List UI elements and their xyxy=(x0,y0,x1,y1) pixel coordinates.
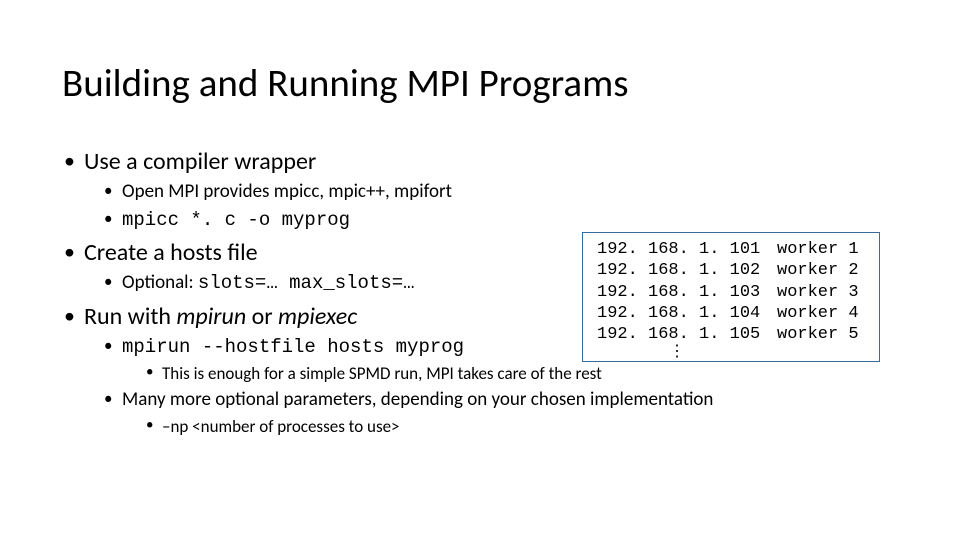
bullet-l2: Open MPI provides mpicc, mpic++, mpifort xyxy=(102,180,910,205)
hosts-row: 192. 168. 1. 101 worker 1 xyxy=(597,239,859,260)
bullet-text: Open MPI provides mpicc, mpic++, mpifort xyxy=(122,180,452,203)
bullet-l3: This is enough for a simple SPMD run, MP… xyxy=(144,363,910,385)
hosts-ip: 192. 168. 1. 101 xyxy=(597,239,777,260)
hosts-ip: 192. 168. 1. 103 xyxy=(597,282,777,303)
bullet-emph: mpirun xyxy=(176,302,246,331)
hosts-name: worker 5 xyxy=(777,324,859,345)
hosts-ip: 192. 168. 1. 105 xyxy=(597,324,777,345)
hosts-row: 192. 168. 1. 102 worker 2 xyxy=(597,260,859,281)
hosts-ip: 192. 168. 1. 104 xyxy=(597,303,777,324)
hosts-ip: 192. 168. 1. 102 xyxy=(597,260,777,281)
bullet-code: mpicc *. c -o myprog xyxy=(122,209,350,231)
slide-title: Building and Running MPI Programs xyxy=(62,60,910,107)
hosts-name: worker 3 xyxy=(777,282,859,303)
bullet-text: This is enough for a simple SPMD run, MP… xyxy=(162,363,602,384)
hosts-row: 192. 168. 1. 105 worker 5 xyxy=(597,324,859,345)
bullet-emph: mpiexec xyxy=(278,302,357,331)
hosts-name: worker 1 xyxy=(777,239,859,260)
bullet-l3: –np <number of processes to use> xyxy=(144,416,910,438)
hosts-name: worker 2 xyxy=(777,260,859,281)
hosts-file-box: 192. 168. 1. 101 worker 1 192. 168. 1. 1… xyxy=(582,232,880,362)
hosts-ellipsis: ⋮ xyxy=(667,347,687,357)
hosts-name: worker 4 xyxy=(777,303,859,324)
bullet-text: Create a hosts file xyxy=(84,238,258,267)
bullet-code: slots=… max_slots=… xyxy=(198,272,415,294)
bullet-l2: mpicc *. c -o myprog xyxy=(102,208,910,233)
bullet-l1: Use a compiler wrapper Open MPI provides… xyxy=(62,147,910,232)
bullet-code: mpirun --hostfile hosts myprog xyxy=(122,336,464,358)
bullet-text: Optional: xyxy=(122,271,198,294)
hosts-row: 192. 168. 1. 103 worker 3 xyxy=(597,282,859,303)
hosts-row: 192. 168. 1. 104 worker 4 xyxy=(597,303,859,324)
bullet-text: or xyxy=(246,302,278,331)
slide: Building and Running MPI Programs Use a … xyxy=(0,0,960,540)
bullet-text: Use a compiler wrapper xyxy=(84,147,316,176)
bullet-l2: Many more optional parameters, depending… xyxy=(102,388,910,438)
bullet-text: Many more optional parameters, depending… xyxy=(122,388,713,411)
bullet-text: Run with xyxy=(84,302,176,331)
bullet-text: –np <number of processes to use> xyxy=(162,416,400,437)
